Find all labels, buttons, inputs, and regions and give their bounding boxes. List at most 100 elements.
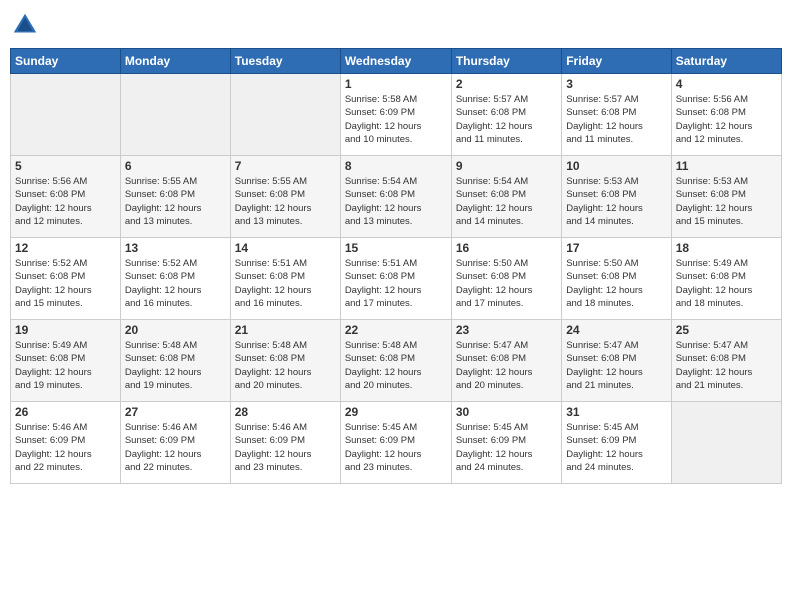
- calendar-cell: 26 Sunrise: 5:46 AM Sunset: 6:09 PM Dayli…: [11, 402, 121, 484]
- days-header-row: SundayMondayTuesdayWednesdayThursdayFrid…: [11, 49, 782, 74]
- calendar-week-4: 19 Sunrise: 5:49 AM Sunset: 6:08 PM Dayli…: [11, 320, 782, 402]
- day-number: 31: [566, 405, 666, 419]
- day-info: Sunrise: 5:45 AM Sunset: 6:09 PM Dayligh…: [456, 421, 557, 474]
- day-number: 24: [566, 323, 666, 337]
- day-info: Sunrise: 5:52 AM Sunset: 6:08 PM Dayligh…: [15, 257, 116, 310]
- day-number: 17: [566, 241, 666, 255]
- day-header-thursday: Thursday: [451, 49, 561, 74]
- calendar-cell: 15 Sunrise: 5:51 AM Sunset: 6:08 PM Dayli…: [340, 238, 451, 320]
- day-header-sunday: Sunday: [11, 49, 121, 74]
- day-info: Sunrise: 5:48 AM Sunset: 6:08 PM Dayligh…: [235, 339, 336, 392]
- day-info: Sunrise: 5:51 AM Sunset: 6:08 PM Dayligh…: [235, 257, 336, 310]
- day-number: 10: [566, 159, 666, 173]
- day-number: 7: [235, 159, 336, 173]
- header: [10, 10, 782, 40]
- day-number: 13: [125, 241, 226, 255]
- calendar-cell: 10 Sunrise: 5:53 AM Sunset: 6:08 PM Dayli…: [562, 156, 671, 238]
- calendar-week-3: 12 Sunrise: 5:52 AM Sunset: 6:08 PM Dayli…: [11, 238, 782, 320]
- calendar-cell: 4 Sunrise: 5:56 AM Sunset: 6:08 PM Daylig…: [671, 74, 781, 156]
- calendar-cell: 29Sunrise: 5:45 AM Sunset: 6:09 PM Dayli…: [340, 402, 451, 484]
- day-info: Sunrise: 5:57 AM Sunset: 6:08 PM Dayligh…: [566, 93, 666, 146]
- day-info: Sunrise: 5:45 AM Sunset: 6:09 PM Dayligh…: [566, 421, 666, 474]
- calendar-week-5: 26 Sunrise: 5:46 AM Sunset: 6:09 PM Dayli…: [11, 402, 782, 484]
- logo-icon: [10, 10, 40, 40]
- day-number: 5: [15, 159, 116, 173]
- calendar-cell: [671, 402, 781, 484]
- calendar-cell: 21 Sunrise: 5:48 AM Sunset: 6:08 PM Dayli…: [230, 320, 340, 402]
- calendar-cell: 31 Sunrise: 5:45 AM Sunset: 6:09 PM Dayli…: [562, 402, 671, 484]
- day-header-friday: Friday: [562, 49, 671, 74]
- logo: [10, 10, 42, 40]
- day-info: Sunrise: 5:47 AM Sunset: 6:08 PM Dayligh…: [566, 339, 666, 392]
- day-number: 6: [125, 159, 226, 173]
- calendar-cell: [230, 74, 340, 156]
- day-info: Sunrise: 5:55 AM Sunset: 6:08 PM Dayligh…: [125, 175, 226, 228]
- day-header-tuesday: Tuesday: [230, 49, 340, 74]
- day-info: Sunrise: 5:47 AM Sunset: 6:08 PM Dayligh…: [456, 339, 557, 392]
- day-number: 1: [345, 77, 447, 91]
- page: SundayMondayTuesdayWednesdayThursdayFrid…: [0, 0, 792, 612]
- day-info: Sunrise: 5:57 AM Sunset: 6:08 PM Dayligh…: [456, 93, 557, 146]
- day-number: 30: [456, 405, 557, 419]
- day-info: Sunrise: 5:48 AM Sunset: 6:08 PM Dayligh…: [345, 339, 447, 392]
- day-number: 3: [566, 77, 666, 91]
- day-info: Sunrise: 5:45 AM Sunset: 6:09 PM Dayligh…: [345, 421, 447, 474]
- day-info: Sunrise: 5:47 AM Sunset: 6:08 PM Dayligh…: [676, 339, 777, 392]
- day-number: 21: [235, 323, 336, 337]
- day-info: Sunrise: 5:46 AM Sunset: 6:09 PM Dayligh…: [125, 421, 226, 474]
- calendar-cell: 28Sunrise: 5:46 AM Sunset: 6:09 PM Dayli…: [230, 402, 340, 484]
- day-number: 19: [15, 323, 116, 337]
- calendar-cell: 27 Sunrise: 5:46 AM Sunset: 6:09 PM Dayli…: [120, 402, 230, 484]
- day-number: 26: [15, 405, 116, 419]
- calendar-cell: 30 Sunrise: 5:45 AM Sunset: 6:09 PM Dayli…: [451, 402, 561, 484]
- calendar-week-1: 1 Sunrise: 5:58 AM Sunset: 6:09 PM Daylig…: [11, 74, 782, 156]
- calendar-cell: 1 Sunrise: 5:58 AM Sunset: 6:09 PM Daylig…: [340, 74, 451, 156]
- calendar-cell: 3 Sunrise: 5:57 AM Sunset: 6:08 PM Daylig…: [562, 74, 671, 156]
- calendar-week-2: 5 Sunrise: 5:56 AM Sunset: 6:08 PM Daylig…: [11, 156, 782, 238]
- calendar-cell: 17Sunrise: 5:50 AM Sunset: 6:08 PM Dayli…: [562, 238, 671, 320]
- day-number: 12: [15, 241, 116, 255]
- day-number: 20: [125, 323, 226, 337]
- calendar-cell: 20 Sunrise: 5:48 AM Sunset: 6:08 PM Dayli…: [120, 320, 230, 402]
- day-number: 23: [456, 323, 557, 337]
- day-number: 15: [345, 241, 447, 255]
- calendar-cell: 11 Sunrise: 5:53 AM Sunset: 6:08 PM Dayli…: [671, 156, 781, 238]
- day-info: Sunrise: 5:56 AM Sunset: 6:08 PM Dayligh…: [15, 175, 116, 228]
- day-header-saturday: Saturday: [671, 49, 781, 74]
- day-info: Sunrise: 5:53 AM Sunset: 6:08 PM Dayligh…: [566, 175, 666, 228]
- calendar-cell: 22Sunrise: 5:48 AM Sunset: 6:08 PM Dayli…: [340, 320, 451, 402]
- day-info: Sunrise: 5:48 AM Sunset: 6:08 PM Dayligh…: [125, 339, 226, 392]
- calendar-cell: 23 Sunrise: 5:47 AM Sunset: 6:08 PM Dayli…: [451, 320, 561, 402]
- day-info: Sunrise: 5:46 AM Sunset: 6:09 PM Dayligh…: [15, 421, 116, 474]
- calendar-cell: 8 Sunrise: 5:54 AM Sunset: 6:08 PM Daylig…: [340, 156, 451, 238]
- day-info: Sunrise: 5:50 AM Sunset: 6:08 PM Dayligh…: [456, 257, 557, 310]
- day-number: 14: [235, 241, 336, 255]
- day-number: 4: [676, 77, 777, 91]
- day-number: 11: [676, 159, 777, 173]
- day-info: Sunrise: 5:49 AM Sunset: 6:08 PM Dayligh…: [15, 339, 116, 392]
- calendar-cell: 14 Sunrise: 5:51 AM Sunset: 6:08 PM Dayli…: [230, 238, 340, 320]
- calendar-cell: 24 Sunrise: 5:47 AM Sunset: 6:08 PM Dayli…: [562, 320, 671, 402]
- calendar-cell: 5 Sunrise: 5:56 AM Sunset: 6:08 PM Daylig…: [11, 156, 121, 238]
- day-info: Sunrise: 5:49 AM Sunset: 6:08 PM Dayligh…: [676, 257, 777, 310]
- day-number: 28: [235, 405, 336, 419]
- calendar-cell: [120, 74, 230, 156]
- day-info: Sunrise: 5:54 AM Sunset: 6:08 PM Dayligh…: [345, 175, 447, 228]
- calendar-cell: 18Sunrise: 5:49 AM Sunset: 6:08 PM Dayli…: [671, 238, 781, 320]
- day-info: Sunrise: 5:56 AM Sunset: 6:08 PM Dayligh…: [676, 93, 777, 146]
- day-number: 2: [456, 77, 557, 91]
- day-number: 8: [345, 159, 447, 173]
- calendar-cell: 16Sunrise: 5:50 AM Sunset: 6:08 PM Dayli…: [451, 238, 561, 320]
- day-info: Sunrise: 5:51 AM Sunset: 6:08 PM Dayligh…: [345, 257, 447, 310]
- day-info: Sunrise: 5:58 AM Sunset: 6:09 PM Dayligh…: [345, 93, 447, 146]
- calendar-cell: 9Sunrise: 5:54 AM Sunset: 6:08 PM Daylig…: [451, 156, 561, 238]
- day-header-wednesday: Wednesday: [340, 49, 451, 74]
- calendar-cell: [11, 74, 121, 156]
- day-info: Sunrise: 5:54 AM Sunset: 6:08 PM Dayligh…: [456, 175, 557, 228]
- day-info: Sunrise: 5:53 AM Sunset: 6:08 PM Dayligh…: [676, 175, 777, 228]
- calendar-cell: 13Sunrise: 5:52 AM Sunset: 6:08 PM Dayli…: [120, 238, 230, 320]
- day-number: 27: [125, 405, 226, 419]
- day-number: 25: [676, 323, 777, 337]
- day-header-monday: Monday: [120, 49, 230, 74]
- day-info: Sunrise: 5:55 AM Sunset: 6:08 PM Dayligh…: [235, 175, 336, 228]
